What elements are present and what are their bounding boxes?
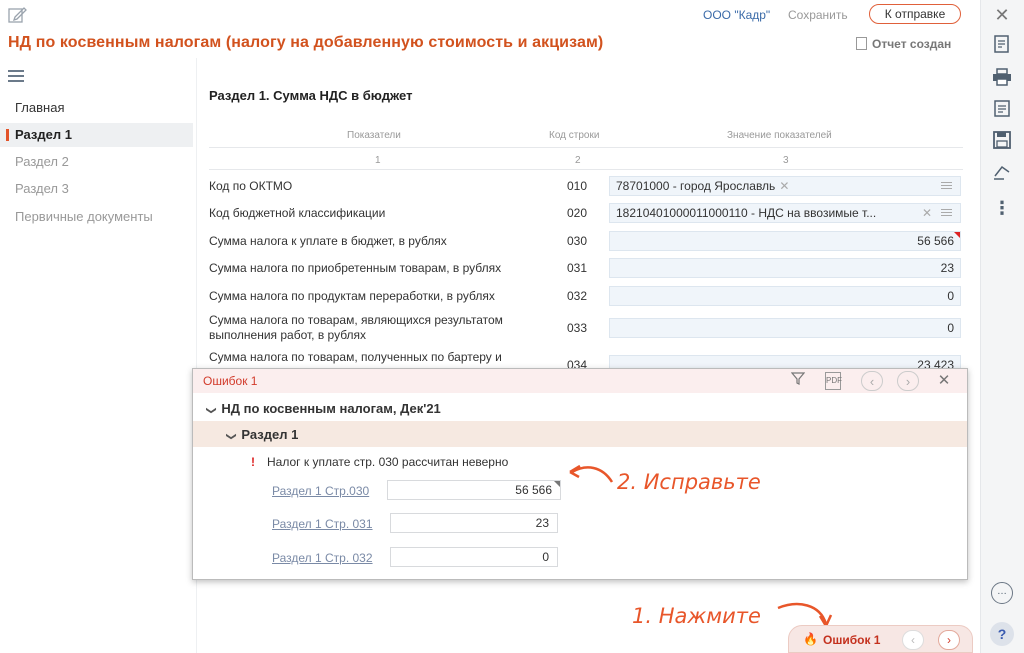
- error-message-text: Налог к уплате стр. 030 рассчитан неверн…: [267, 455, 509, 469]
- oktmo-value: 78701000 - город Ярославль: [616, 179, 776, 193]
- sidebar-item-section-1[interactable]: Раздел 1: [0, 123, 193, 147]
- row-code-033: 033: [567, 321, 588, 335]
- row-label-033: Сумма налога по товарам, являющихся резу…: [209, 313, 503, 342]
- report-status: Отчет создан: [856, 37, 951, 51]
- arrow-annotation-fix: [569, 464, 614, 483]
- sidebar-item-primary-documents[interactable]: Первичные документы: [0, 205, 193, 229]
- kbk-field[interactable]: 18210401000011000110 - НДС на ввозимые т…: [609, 203, 961, 223]
- column-header-line-code: Код строки: [549, 130, 600, 141]
- row-code-030: 030: [567, 234, 588, 248]
- annotation-fix: 2. Исправьте: [617, 470, 761, 494]
- row-code-010: 010: [567, 179, 588, 193]
- divider: [209, 147, 963, 148]
- send-button[interactable]: К отправке: [869, 4, 961, 24]
- more-icon[interactable]: ⋮: [991, 197, 1013, 219]
- document-icon: [856, 37, 867, 50]
- clear-icon[interactable]: ✕: [922, 204, 932, 222]
- tax-payable-value: 56 566: [917, 234, 954, 248]
- row-label-034: Сумма налога по товарам, полученных по б…: [209, 350, 502, 364]
- next-error-button[interactable]: ›: [897, 371, 919, 391]
- menu-icon[interactable]: [8, 70, 24, 85]
- pdf-icon[interactable]: PDF: [825, 372, 842, 390]
- works-result-tax-field[interactable]: 0: [609, 318, 961, 338]
- sidebar-item-home[interactable]: Главная: [0, 96, 193, 120]
- error-marker: [954, 232, 960, 238]
- previous-error-button[interactable]: ‹: [902, 630, 924, 650]
- errors-chip-label: Ошибок 1: [823, 633, 881, 647]
- column-header-indicators: Показатели: [347, 130, 401, 141]
- annotation-click: 1. Нажмите: [632, 604, 761, 628]
- sidebar-item-section-2[interactable]: Раздел 2: [0, 150, 193, 174]
- processed-products-tax-field[interactable]: 0: [609, 286, 961, 306]
- error-field-032[interactable]: 0: [390, 547, 558, 567]
- top-bar: ООО "Кадр" Сохранить К отправке: [0, 0, 980, 30]
- row-code-020: 020: [567, 206, 588, 220]
- section-title: Раздел 1. Сумма НДС в бюджет: [209, 88, 413, 103]
- transfer-icon[interactable]: [991, 164, 1013, 186]
- close-icon[interactable]: ✕: [933, 371, 955, 391]
- organization-link[interactable]: ООО "Кадр": [703, 8, 770, 22]
- error-link-031[interactable]: Раздел 1 Стр. 031: [272, 517, 373, 531]
- purchased-goods-tax-field[interactable]: 23: [609, 258, 961, 278]
- errors-panel-header: Ошибок 1 PDF ‹ › ✕: [193, 369, 967, 393]
- row-code-031: 031: [567, 261, 588, 275]
- list-icon[interactable]: [941, 209, 952, 218]
- field-marker: [554, 481, 560, 487]
- error-field-030-value: 56 566: [515, 483, 552, 497]
- save-button[interactable]: Сохранить: [788, 8, 848, 22]
- column-number-1: 1: [375, 155, 381, 166]
- error-subgroup[interactable]: ❯ Раздел 1: [193, 421, 967, 447]
- chat-icon[interactable]: …: [991, 582, 1013, 604]
- chevron-down-icon[interactable]: ❯: [206, 406, 217, 414]
- oktmo-field[interactable]: 78701000 - город Ярославль ✕: [609, 176, 961, 196]
- fire-icon: 🔥: [803, 632, 818, 646]
- column-number-3: 3: [783, 155, 789, 166]
- errors-count: Ошибок 1: [203, 374, 258, 388]
- clear-icon[interactable]: ✕: [779, 179, 789, 193]
- row-label-020: Код бюджетной классификации: [209, 206, 386, 220]
- column-number-2: 2: [575, 155, 581, 166]
- error-link-030[interactable]: Раздел 1 Стр.030: [272, 484, 369, 498]
- right-toolbar: ✕ ⋮ … ?: [980, 0, 1024, 653]
- error-subgroup-title: Раздел 1: [241, 427, 299, 442]
- row-label-032: Сумма налога по продуктам переработки, в…: [209, 289, 495, 303]
- previous-error-button[interactable]: ‹: [861, 371, 883, 391]
- chevron-down-icon[interactable]: ❯: [226, 432, 237, 440]
- error-group-title: НД по косвенным налогам, Дек'21: [221, 401, 441, 416]
- print-icon[interactable]: [991, 68, 1013, 90]
- error-icon: !: [251, 455, 255, 469]
- row-label-031: Сумма налога по приобретенным товарам, в…: [209, 261, 502, 275]
- floppy-icon[interactable]: [991, 131, 1013, 153]
- kbk-value: 18210401000011000110 - НДС на ввозимые т…: [616, 206, 877, 220]
- error-link-032[interactable]: Раздел 1 Стр. 032: [272, 551, 373, 565]
- error-group[interactable]: ❯ НД по косвенным налогам, Дек'21: [193, 397, 967, 421]
- errors-chip[interactable]: 🔥 Ошибок 1 ‹ ›: [788, 625, 973, 653]
- error-field-030[interactable]: 56 566: [387, 480, 561, 500]
- error-field-031[interactable]: 23: [390, 513, 558, 533]
- column-header-values: Значение показателей: [727, 130, 832, 141]
- close-icon[interactable]: ✕: [991, 4, 1013, 26]
- row-label-030: Сумма налога к уплате в бюджет, в рублях: [209, 234, 447, 248]
- page-title: НД по косвенным налогам (налогу на добав…: [8, 34, 604, 51]
- sidebar-item-section-3[interactable]: Раздел 3: [0, 177, 193, 201]
- error-message: ! Налог к уплате стр. 030 рассчитан невер…: [251, 455, 508, 469]
- edit-icon[interactable]: [8, 6, 28, 24]
- next-error-button[interactable]: ›: [938, 630, 960, 650]
- list-icon[interactable]: [941, 182, 952, 191]
- errors-toolbar: PDF ‹ › ✕: [787, 371, 957, 391]
- clipboard-icon[interactable]: [991, 98, 1013, 120]
- divider: [209, 169, 963, 170]
- row-code-032: 032: [567, 289, 588, 303]
- filter-icon[interactable]: [787, 371, 809, 391]
- checklist-icon[interactable]: [991, 34, 1013, 56]
- help-icon[interactable]: ?: [990, 622, 1014, 646]
- report-status-label: Отчет создан: [872, 37, 952, 51]
- row-label-010: Код по ОКТМО: [209, 179, 293, 193]
- tax-payable-field[interactable]: 56 566: [609, 231, 961, 251]
